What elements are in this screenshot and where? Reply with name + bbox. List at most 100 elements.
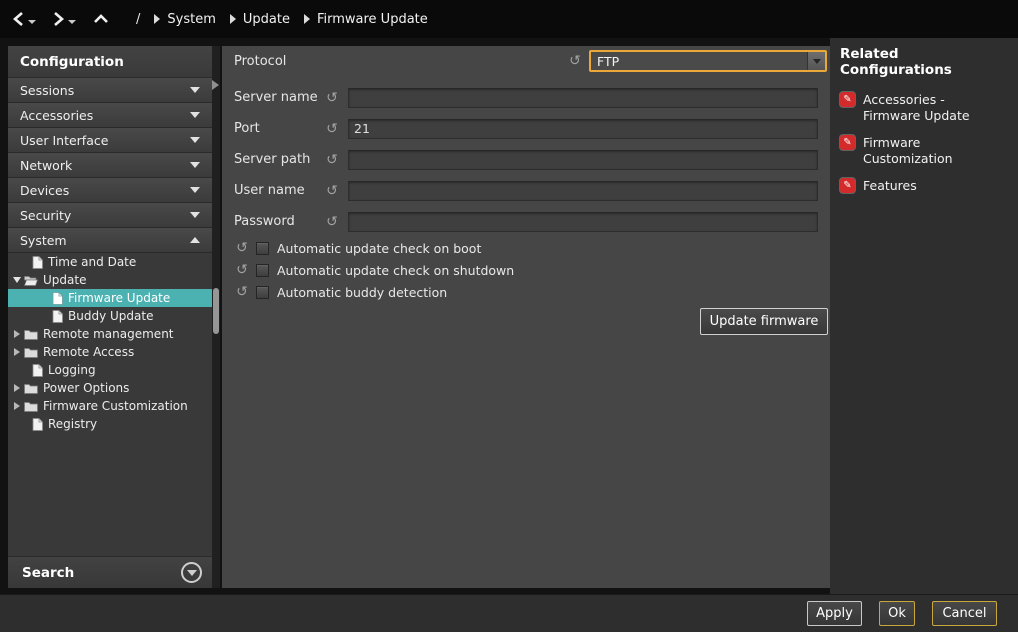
protocol-value: FTP <box>591 54 807 69</box>
related-item-accessories-firmware-update[interactable]: ✎ Accessories - Firmware Update <box>840 92 1012 124</box>
breadcrumb-item-update[interactable]: Update <box>230 12 290 27</box>
search-label: Search <box>22 565 74 581</box>
breadcrumb-item-system[interactable]: System <box>154 12 215 27</box>
user-name-field[interactable] <box>348 181 818 201</box>
category-label: Devices <box>20 183 69 198</box>
tree-item-label: Buddy Update <box>68 309 153 323</box>
sidebar-item-security[interactable]: Security <box>8 203 212 228</box>
category-label: System <box>20 233 67 248</box>
breadcrumb-arrow-icon <box>230 14 236 24</box>
expand-right-icon[interactable] <box>14 384 20 392</box>
forward-button[interactable] <box>52 10 76 28</box>
sidebar-item-user-interface[interactable]: User Interface <box>8 128 212 153</box>
tree-item-buddy-update[interactable]: Buddy Update <box>8 307 212 325</box>
related-item-label: Accessories - Firmware Update <box>863 92 981 124</box>
sidebar-item-network[interactable]: Network <box>8 153 212 178</box>
search-expand-button[interactable] <box>181 562 202 583</box>
reset-icon[interactable]: ↺ <box>324 215 340 229</box>
server-name-label: Server name <box>234 90 324 105</box>
tree-item-label: Update <box>43 273 86 287</box>
folder-icon <box>24 347 38 358</box>
chevron-right-icon <box>52 10 65 28</box>
reset-icon[interactable]: ↺ <box>234 285 250 299</box>
port-field[interactable] <box>348 119 818 139</box>
reset-icon[interactable]: ↺ <box>324 184 340 198</box>
auto-update-shutdown-checkbox[interactable] <box>256 264 269 277</box>
auto-update-boot-row: ↺ Automatic update check on boot <box>222 237 830 259</box>
password-row: Password ↺ <box>222 206 830 237</box>
chevron-down-icon <box>190 112 200 118</box>
protocol-dropdown[interactable]: FTP <box>589 50 827 72</box>
system-tree: Time and Date Update Firmware Update Bud… <box>8 253 212 433</box>
update-firmware-button[interactable]: Update firmware <box>700 308 828 335</box>
category-label: Network <box>20 158 72 173</box>
cancel-button[interactable]: Cancel <box>932 601 997 626</box>
related-item-label: Features <box>863 178 981 194</box>
password-label: Password <box>234 214 324 229</box>
tree-item-remote-management[interactable]: Remote management <box>8 325 212 343</box>
sidebar-item-devices[interactable]: Devices <box>8 178 212 203</box>
tree-item-label: Power Options <box>43 381 129 395</box>
sidebar-item-sessions[interactable]: Sessions <box>8 78 212 103</box>
breadcrumb-item-firmware-update[interactable]: Firmware Update <box>304 12 428 27</box>
auto-update-boot-checkbox[interactable] <box>256 242 269 255</box>
breadcrumb-root: / <box>136 12 140 27</box>
folder-icon <box>24 401 38 412</box>
tree-item-power-options[interactable]: Power Options <box>8 379 212 397</box>
related-item-firmware-customization[interactable]: ✎ Firmware Customization <box>840 135 1012 167</box>
tree-item-time-and-date[interactable]: Time and Date <box>8 253 212 271</box>
category-label: User Interface <box>20 133 108 148</box>
reset-icon[interactable]: ↺ <box>324 91 340 105</box>
expand-right-icon[interactable] <box>14 402 20 410</box>
auto-buddy-detection-checkbox[interactable] <box>256 286 269 299</box>
folder-open-icon <box>24 275 38 286</box>
up-button[interactable] <box>92 13 110 25</box>
chevron-down-icon <box>190 212 200 218</box>
apply-button[interactable]: Apply <box>807 601 862 626</box>
tree-item-label: Remote Access <box>43 345 134 359</box>
firmware-update-form: Protocol ↺ FTP Server name ↺ Port ↺ Serv… <box>222 46 830 588</box>
breadcrumb-label: Firmware Update <box>317 12 428 27</box>
reset-icon[interactable]: ↺ <box>324 122 340 136</box>
sidebar-item-system[interactable]: System <box>8 228 212 253</box>
dropdown-arrow-button[interactable] <box>807 52 825 70</box>
tree-item-logging[interactable]: Logging <box>8 361 212 379</box>
tree-item-firmware-customization[interactable]: Firmware Customization <box>8 397 212 415</box>
breadcrumb-label: System <box>167 12 215 27</box>
expand-right-icon[interactable] <box>14 348 20 356</box>
password-field[interactable] <box>348 212 818 232</box>
tree-item-firmware-update-selected[interactable]: Firmware Update <box>8 289 212 307</box>
back-button[interactable] <box>12 10 36 28</box>
user-name-label: User name <box>234 183 324 198</box>
folder-icon <box>24 329 38 340</box>
related-item-features[interactable]: ✎ Features <box>840 178 1012 194</box>
splitter-arrow-icon[interactable] <box>212 80 219 90</box>
server-path-label: Server path <box>234 152 324 167</box>
chevron-down-icon <box>190 137 200 143</box>
search-section[interactable]: Search <box>8 556 212 588</box>
chevron-down-icon <box>190 187 200 193</box>
tree-item-remote-access[interactable]: Remote Access <box>8 343 212 361</box>
folder-icon <box>24 383 38 394</box>
server-name-row: Server name ↺ <box>222 82 830 113</box>
tree-item-registry[interactable]: Registry <box>8 415 212 433</box>
expand-right-icon[interactable] <box>14 330 20 338</box>
tree-item-label: Remote management <box>43 327 174 341</box>
breadcrumb-arrow-icon <box>154 14 160 24</box>
back-history-caret-icon[interactable] <box>28 20 36 24</box>
reset-icon[interactable]: ↺ <box>567 54 583 68</box>
scrollbar-thumb[interactable] <box>213 288 219 334</box>
reset-icon[interactable]: ↺ <box>234 241 250 255</box>
server-name-field[interactable] <box>348 88 818 108</box>
tree-item-update[interactable]: Update <box>8 271 212 289</box>
reset-icon[interactable]: ↺ <box>234 263 250 277</box>
tree-item-label: Firmware Update <box>68 291 170 305</box>
expand-down-icon[interactable] <box>13 277 21 283</box>
sidebar-item-accessories[interactable]: Accessories <box>8 103 212 128</box>
server-path-field[interactable] <box>348 150 818 170</box>
reset-icon[interactable]: ↺ <box>324 153 340 167</box>
configuration-sidebar: Configuration Sessions Accessories User … <box>8 46 212 588</box>
sidebar-scrollbar[interactable] <box>212 46 220 588</box>
forward-history-caret-icon[interactable] <box>68 20 76 24</box>
ok-button[interactable]: Ok <box>879 601 915 626</box>
